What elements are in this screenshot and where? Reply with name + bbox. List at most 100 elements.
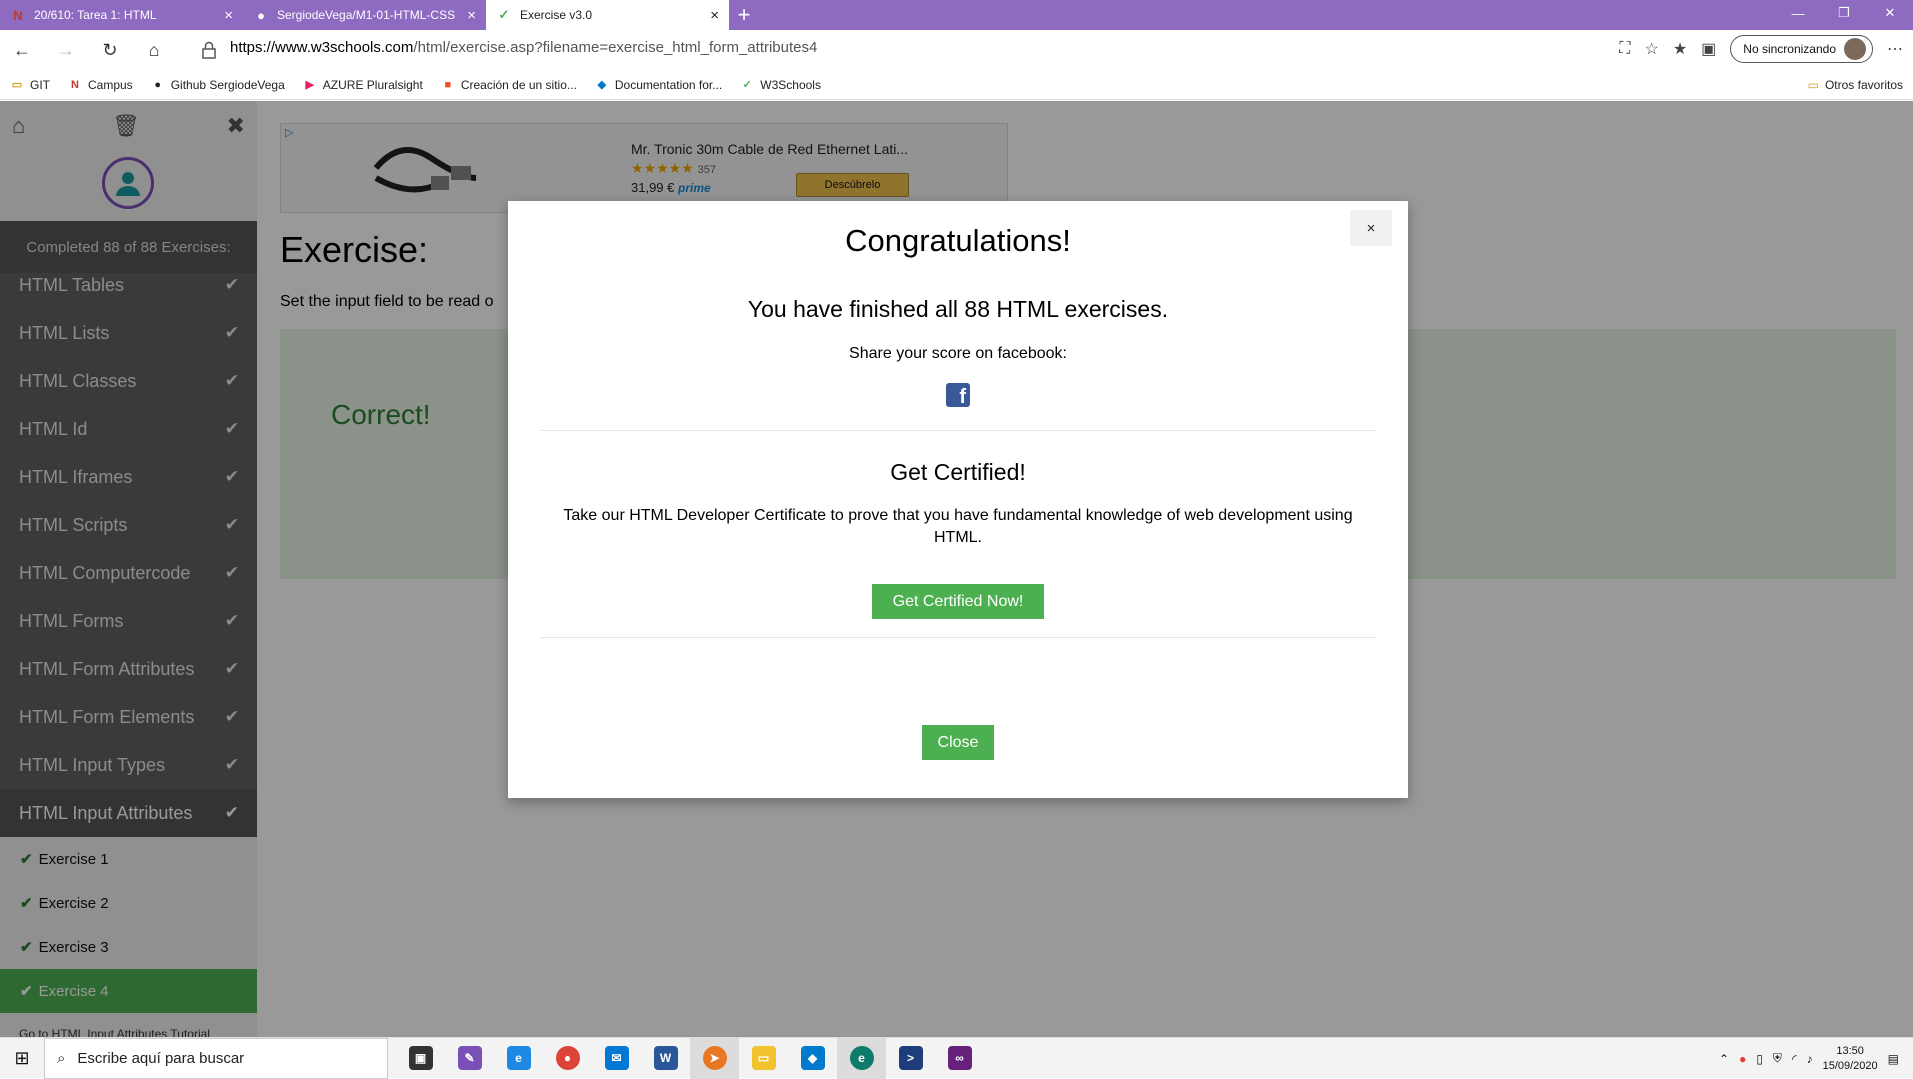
tab-label: 20/610: Tarea 1: HTML: [34, 8, 157, 22]
close-window-icon[interactable]: ✕: [1867, 0, 1913, 26]
close-button[interactable]: Close: [922, 725, 994, 760]
bookmark-creacion[interactable]: ■ Creación de un sitio...: [441, 77, 577, 92]
congratulations-modal: × Congratulations! You have finished all…: [508, 201, 1408, 798]
bookmark-label: W3Schools: [760, 77, 821, 92]
home-icon[interactable]: ⌂: [132, 30, 176, 70]
divider: [540, 430, 1376, 431]
n-logo-icon: N: [71, 78, 79, 91]
wifi-icon[interactable]: ◜: [1792, 1052, 1797, 1066]
telegram-icon[interactable]: ➤: [690, 1037, 739, 1079]
chrome-icon[interactable]: ●: [543, 1038, 592, 1079]
modal-cert-description: Take our HTML Developer Certificate to p…: [563, 507, 1353, 546]
new-tab-button[interactable]: +: [729, 0, 759, 30]
window-controls: — ❐ ✕: [1775, 0, 1913, 26]
github-icon: ●: [154, 78, 162, 91]
url-host: https://www.w3schools.com: [230, 39, 414, 56]
vscode-icon[interactable]: ◆: [788, 1038, 837, 1079]
bookmark-label: AZURE Pluralsight: [322, 77, 423, 92]
system-tray: ⌃ ● ▯ ⛨ ◜ ♪ 13:50 15/09/2020 ▤: [1719, 1038, 1913, 1079]
modal-finished-text: You have finished all 88 HTML exercises.: [747, 296, 1169, 322]
chevron-up-icon[interactable]: ⌃: [1719, 1052, 1729, 1066]
more-menu-icon[interactable]: ⋯: [1887, 39, 1903, 59]
minimize-icon[interactable]: —: [1775, 0, 1821, 26]
translate-icon[interactable]: ⛶: [1619, 40, 1630, 58]
bookmarks-bar: ▭ GIT N Campus ● Github SergiodeVega ▶ AZURE…: [0, 70, 1913, 100]
toolbar-right: ⛶ ☆ ★ ▣ No sincronizando ⋯: [1619, 35, 1903, 63]
bookmark-azure[interactable]: ▶ AZURE Pluralsight: [303, 78, 423, 92]
windows-taskbar: ⊞ ⌕ Escribe aquí para buscar ▣ ✎ e ● ✉ W…: [0, 1037, 1913, 1079]
usb-icon[interactable]: ▯: [1756, 1052, 1763, 1066]
visual-studio-icon[interactable]: ∞: [935, 1038, 984, 1079]
file-explorer-icon[interactable]: ▭: [739, 1038, 788, 1079]
edge-icon[interactable]: e: [837, 1037, 886, 1079]
taskbar-search[interactable]: ⌕ Escribe aquí para buscar: [44, 1037, 388, 1079]
back-icon[interactable]: ←: [0, 30, 44, 70]
restore-icon[interactable]: ❐: [1821, 0, 1867, 26]
github-icon: ●: [257, 7, 265, 23]
tab-exercise[interactable]: ✓ Exercise v3.0 ×: [486, 0, 729, 30]
w3schools-icon: ✓: [498, 7, 510, 22]
bookmark-label: Github SergiodeVega: [170, 77, 285, 92]
tab-tarea[interactable]: N 20/610: Tarea 1: HTML ×: [0, 0, 243, 30]
close-tab-icon[interactable]: ×: [710, 7, 719, 24]
bookmark-label: GIT: [30, 77, 50, 92]
divider: [540, 637, 1376, 638]
bookmark-documentation[interactable]: ◆ Documentation for...: [595, 77, 723, 92]
windows-start-icon[interactable]: ⊞: [0, 1038, 44, 1079]
refresh-icon[interactable]: ↻: [88, 30, 132, 70]
address-bar: ← → ↻ ⌂ https://www.w3schools.com/html/e…: [0, 30, 1913, 70]
bookmark-w3schools[interactable]: ✓ W3Schools: [740, 78, 821, 92]
search-icon: ⌕: [57, 1049, 66, 1067]
bookmark-label: Otros favoritos: [1824, 78, 1903, 92]
sync-label: No sincronizando: [1743, 42, 1836, 56]
tab-github[interactable]: ● SergiodeVega/M1-01-HTML-CSS ×: [243, 0, 486, 30]
clock[interactable]: 13:50 15/09/2020: [1823, 1044, 1878, 1074]
sync-button[interactable]: No sincronizando: [1730, 35, 1873, 63]
powershell-icon[interactable]: >: [886, 1038, 935, 1079]
tray-app-icon[interactable]: ●: [1739, 1052, 1746, 1066]
microsoft-icon: ■: [444, 78, 452, 91]
taskbar-apps: ▣ ✎ e ● ✉ W ➤ ▭ ◆ e > ∞: [396, 1037, 984, 1079]
clock-time: 13:50: [1836, 1044, 1864, 1057]
modal-cert-title: Get Certified!: [890, 459, 1026, 485]
bookmark-label: Documentation for...: [614, 77, 723, 92]
close-tab-icon[interactable]: ×: [467, 7, 476, 24]
pluralsight-icon: ▶: [305, 79, 315, 91]
folder-icon: ▭: [1807, 78, 1819, 92]
bookmark-otros-favoritos[interactable]: ▭ Otros favoritos: [1808, 78, 1903, 92]
favorite-star-icon[interactable]: ☆: [1644, 39, 1658, 59]
internet-explorer-icon[interactable]: e: [494, 1038, 543, 1079]
folder-icon: ▭: [11, 79, 23, 91]
w3schools-icon: ✓: [742, 79, 752, 91]
lock-icon: [202, 41, 216, 59]
url-field[interactable]: https://www.w3schools.com/html/exercise.…: [230, 39, 817, 56]
profile-avatar: [1844, 38, 1866, 60]
onenote-icon[interactable]: ✎: [445, 1038, 494, 1079]
bookmark-label: Creación de un sitio...: [460, 77, 577, 92]
tab-label: SergiodeVega/M1-01-HTML-CSS: [277, 8, 456, 22]
shield-icon[interactable]: ⛨: [1773, 1051, 1782, 1066]
store-icon[interactable]: ▣: [396, 1038, 445, 1079]
close-tab-icon[interactable]: ×: [224, 7, 233, 24]
bookmark-label: Campus: [88, 77, 133, 92]
forward-icon[interactable]: →: [44, 30, 88, 70]
bookmark-campus[interactable]: N Campus: [68, 78, 133, 92]
vscode-icon: ◆: [597, 79, 607, 91]
clock-date: 15/09/2020: [1822, 1059, 1878, 1072]
search-placeholder: Escribe aquí para buscar: [77, 1049, 245, 1067]
n-logo-icon: N: [13, 7, 23, 23]
favorites-icon[interactable]: ★: [1673, 39, 1687, 59]
facebook-icon[interactable]: f: [946, 383, 970, 407]
get-certified-button[interactable]: Get Certified Now!: [872, 584, 1044, 619]
collections-icon[interactable]: ▣: [1701, 39, 1716, 59]
bookmark-github[interactable]: ● Github SergiodeVega: [151, 77, 285, 92]
url-path: /html/exercise.asp?filename=exercise_htm…: [413, 39, 818, 56]
tab-label: Exercise v3.0: [520, 8, 593, 22]
word-icon[interactable]: W: [641, 1038, 690, 1079]
volume-icon[interactable]: ♪: [1807, 1052, 1813, 1066]
notifications-icon[interactable]: ▤: [1888, 1052, 1899, 1066]
mail-icon[interactable]: ✉: [592, 1038, 641, 1079]
modal-share-text: Share your score on facebook:: [849, 345, 1067, 362]
bookmark-git[interactable]: ▭ GIT: [10, 78, 50, 92]
tab-bar: N 20/610: Tarea 1: HTML × ● SergiodeVega…: [0, 0, 1913, 30]
